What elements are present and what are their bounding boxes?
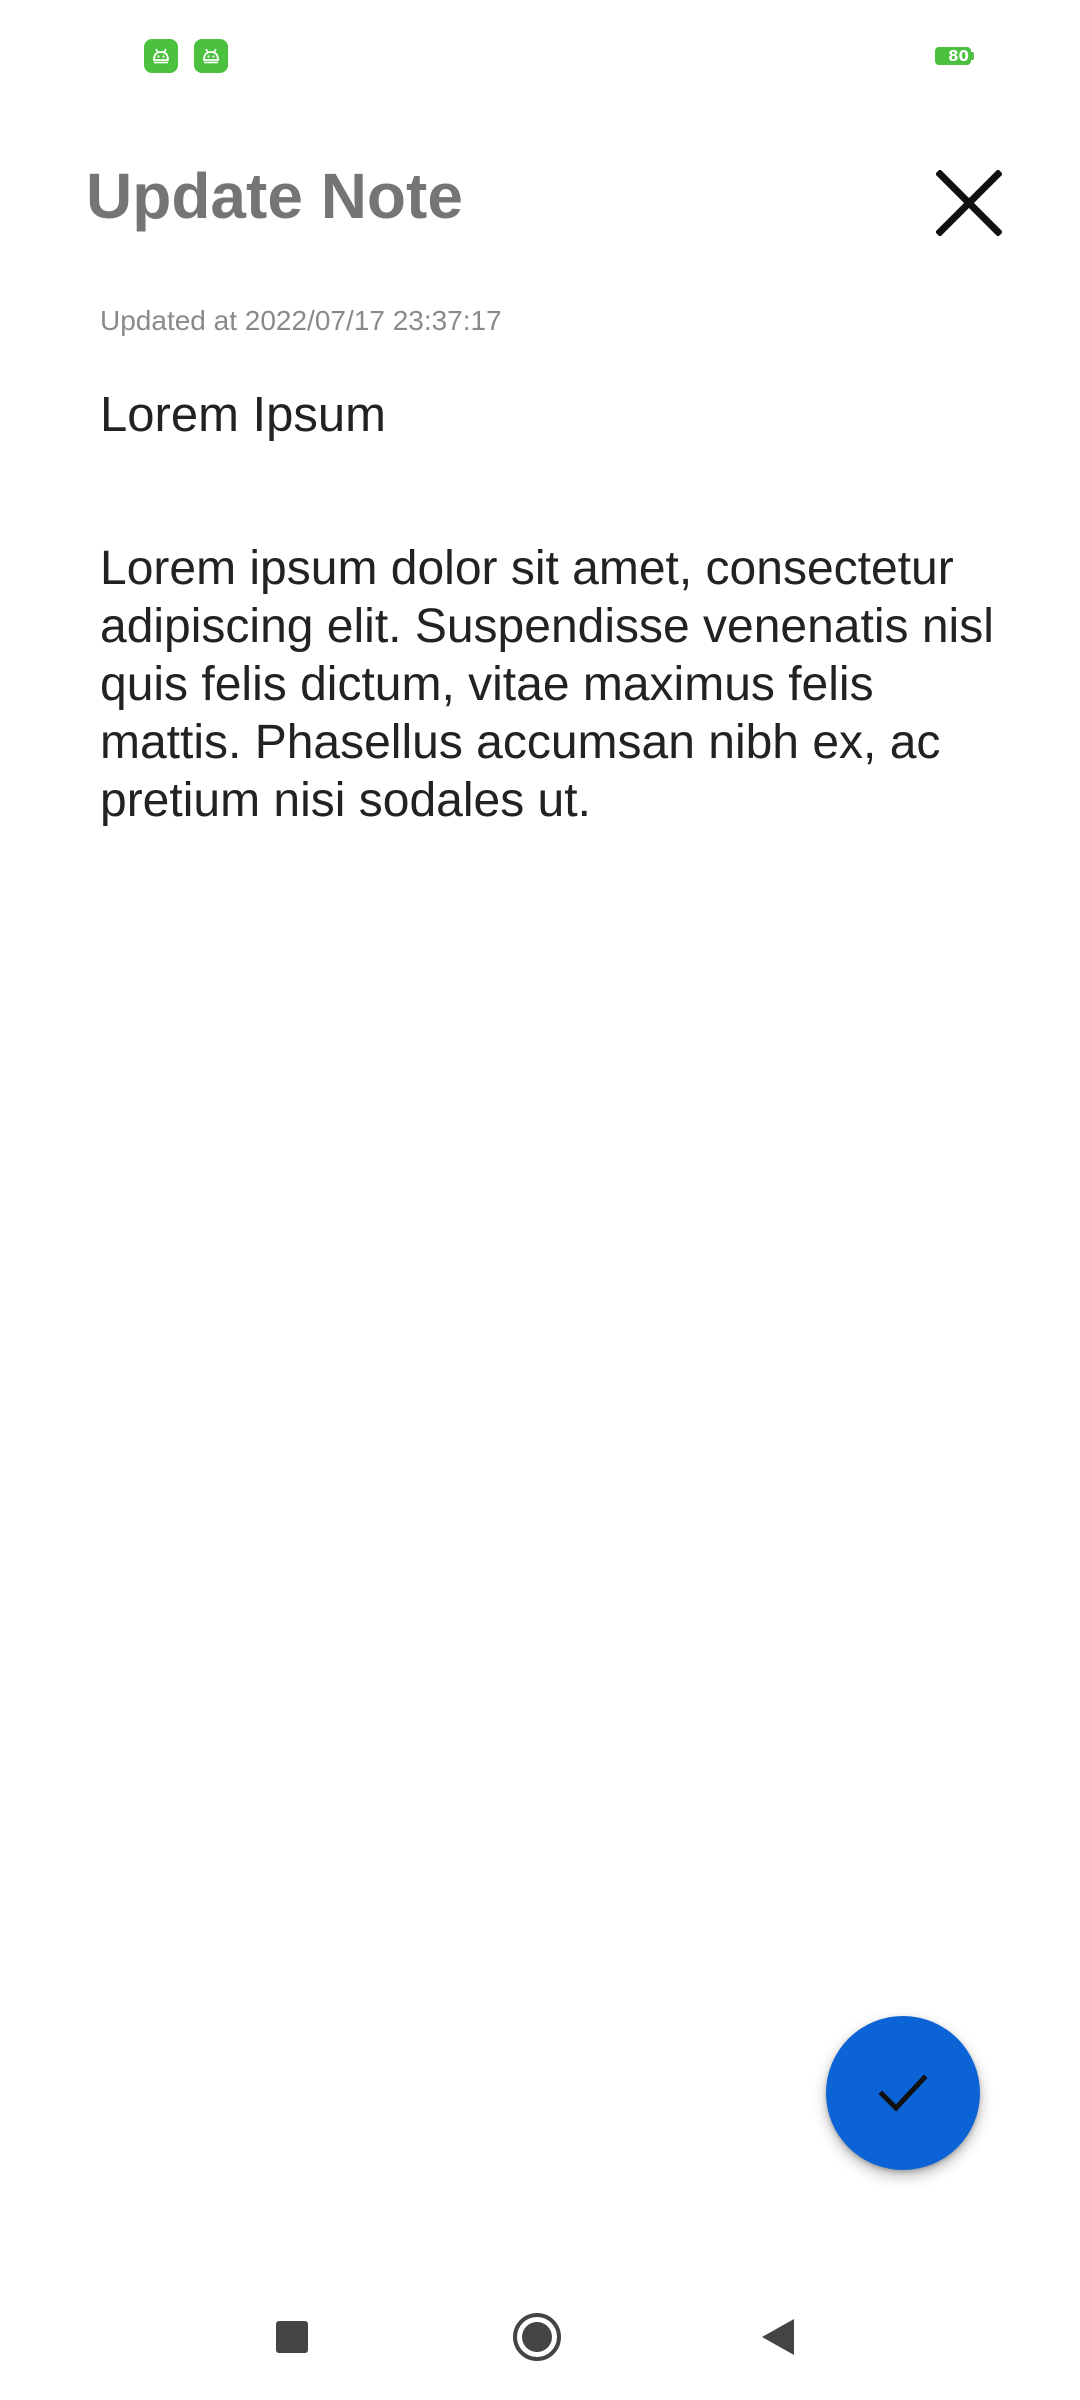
recents-button[interactable] bbox=[262, 2307, 322, 2367]
recents-icon bbox=[276, 2321, 308, 2353]
back-icon bbox=[762, 2319, 794, 2355]
battery-indicator: 80 bbox=[935, 47, 975, 65]
save-note-button[interactable] bbox=[826, 2016, 980, 2170]
home-button[interactable] bbox=[507, 2307, 567, 2367]
android-app-icon bbox=[144, 39, 178, 73]
close-button[interactable] bbox=[928, 162, 1010, 244]
status-bar: 80 bbox=[0, 0, 1080, 110]
updated-at-timestamp: Updated at 2022/07/17 23:37:17 bbox=[100, 305, 502, 336]
battery-tip bbox=[971, 52, 974, 60]
android-app-icon bbox=[194, 39, 228, 73]
back-button[interactable] bbox=[748, 2307, 808, 2367]
note-body-field[interactable]: Lorem ipsum dolor sit amet, consectetur … bbox=[100, 540, 1000, 830]
close-icon bbox=[936, 170, 1002, 236]
check-icon bbox=[878, 2074, 928, 2112]
page-title: Update Note bbox=[86, 160, 463, 232]
note-title-field[interactable]: Lorem Ipsum bbox=[100, 385, 980, 445]
home-icon bbox=[513, 2313, 561, 2361]
battery-level: 80 bbox=[935, 47, 971, 65]
